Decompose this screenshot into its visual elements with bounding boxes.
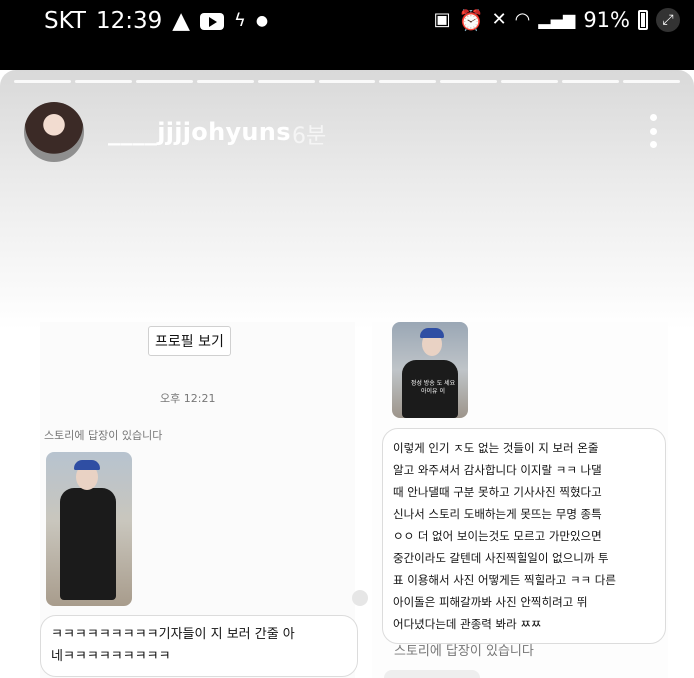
- progress-segment: [379, 80, 437, 83]
- progress-segment: [14, 80, 71, 83]
- story-username[interactable]: ____jjjjohyuns: [108, 118, 291, 146]
- progress-segment: [196, 80, 254, 83]
- person-cap: [74, 460, 100, 470]
- person-figure: [60, 488, 116, 600]
- more-options-icon[interactable]: [648, 114, 658, 148]
- view-profile-button[interactable]: 프로필 보기: [148, 326, 231, 356]
- wifi-icon: ◠: [514, 9, 531, 30]
- bolt-icon: ϟ: [233, 10, 246, 31]
- clock: 12:39: [95, 8, 163, 34]
- message-bubble: 이렇게 인기 ㅈ도 없는 것들이 지 보러 온줄 알고 와주셔서 감사합니다 이…: [382, 428, 666, 644]
- progress-segment: [74, 80, 132, 83]
- progress-segment: [501, 80, 559, 83]
- signal-icon: ▂▄▆: [538, 10, 576, 29]
- next-message-bubble: [384, 670, 480, 678]
- avatar[interactable]: [24, 102, 84, 162]
- sim-icon: ▣: [433, 9, 451, 30]
- battery-percent: 91%: [583, 8, 630, 32]
- status-bar-left: SKT 12:39 ▲ ϟ ●: [44, 8, 268, 34]
- story-view[interactable]: ____jjjjohyuns 6분 프로필 보기 오후 12:21 스토리에 답…: [0, 70, 694, 678]
- status-bar-right: ▣ ⏰ ✕ ◠ ▂▄▆ 91% ⤢: [434, 8, 680, 32]
- reply-icon[interactable]: [352, 590, 368, 606]
- message-bubble: ㅋㅋㅋㅋㅋㅋㅋㅋㅋ기자들이 지 보러 간줄 아 네ㅋㅋㅋㅋㅋㅋㅋㅋㅋ: [40, 615, 358, 677]
- story-thumbnail[interactable]: 정성 방송 도 세요 아이유 이: [392, 322, 468, 418]
- story-time-ago: 6분: [292, 124, 327, 149]
- battery-icon: [638, 10, 648, 30]
- carrier-label: SKT: [44, 8, 86, 34]
- warning-icon: ▲: [172, 7, 190, 34]
- person-cap: [420, 328, 444, 338]
- dm-timestamp: 오후 12:21: [160, 392, 216, 405]
- alarm-icon: ⏰: [458, 8, 484, 32]
- mute-icon: ✕: [491, 9, 507, 30]
- expand-icon[interactable]: ⤢: [656, 8, 680, 32]
- story-reply-note: 스토리에 답장이 있습니다: [44, 429, 163, 442]
- progress-segment: [257, 80, 315, 83]
- story-thumbnail[interactable]: [46, 452, 132, 606]
- story-progress-bar: [14, 80, 680, 83]
- dot-icon: ●: [255, 13, 269, 29]
- progress-segment: [135, 80, 193, 83]
- youtube-icon: [199, 12, 224, 30]
- progress-segment: [318, 80, 376, 83]
- story-reply-note: 스토리에 답장이 있습니다: [394, 644, 534, 659]
- progress-segment: [623, 80, 680, 83]
- thumbnail-caption: 정성 방송 도 세요 아이유 이: [410, 380, 456, 395]
- progress-segment: [562, 80, 620, 83]
- status-bar: SKT 12:39 ▲ ϟ ● ▣ ⏰ ✕ ◠ ▂▄▆ 91% ⤢: [0, 0, 694, 70]
- progress-segment: [440, 80, 498, 83]
- story-header: ____jjjjohyuns 6분: [0, 70, 694, 330]
